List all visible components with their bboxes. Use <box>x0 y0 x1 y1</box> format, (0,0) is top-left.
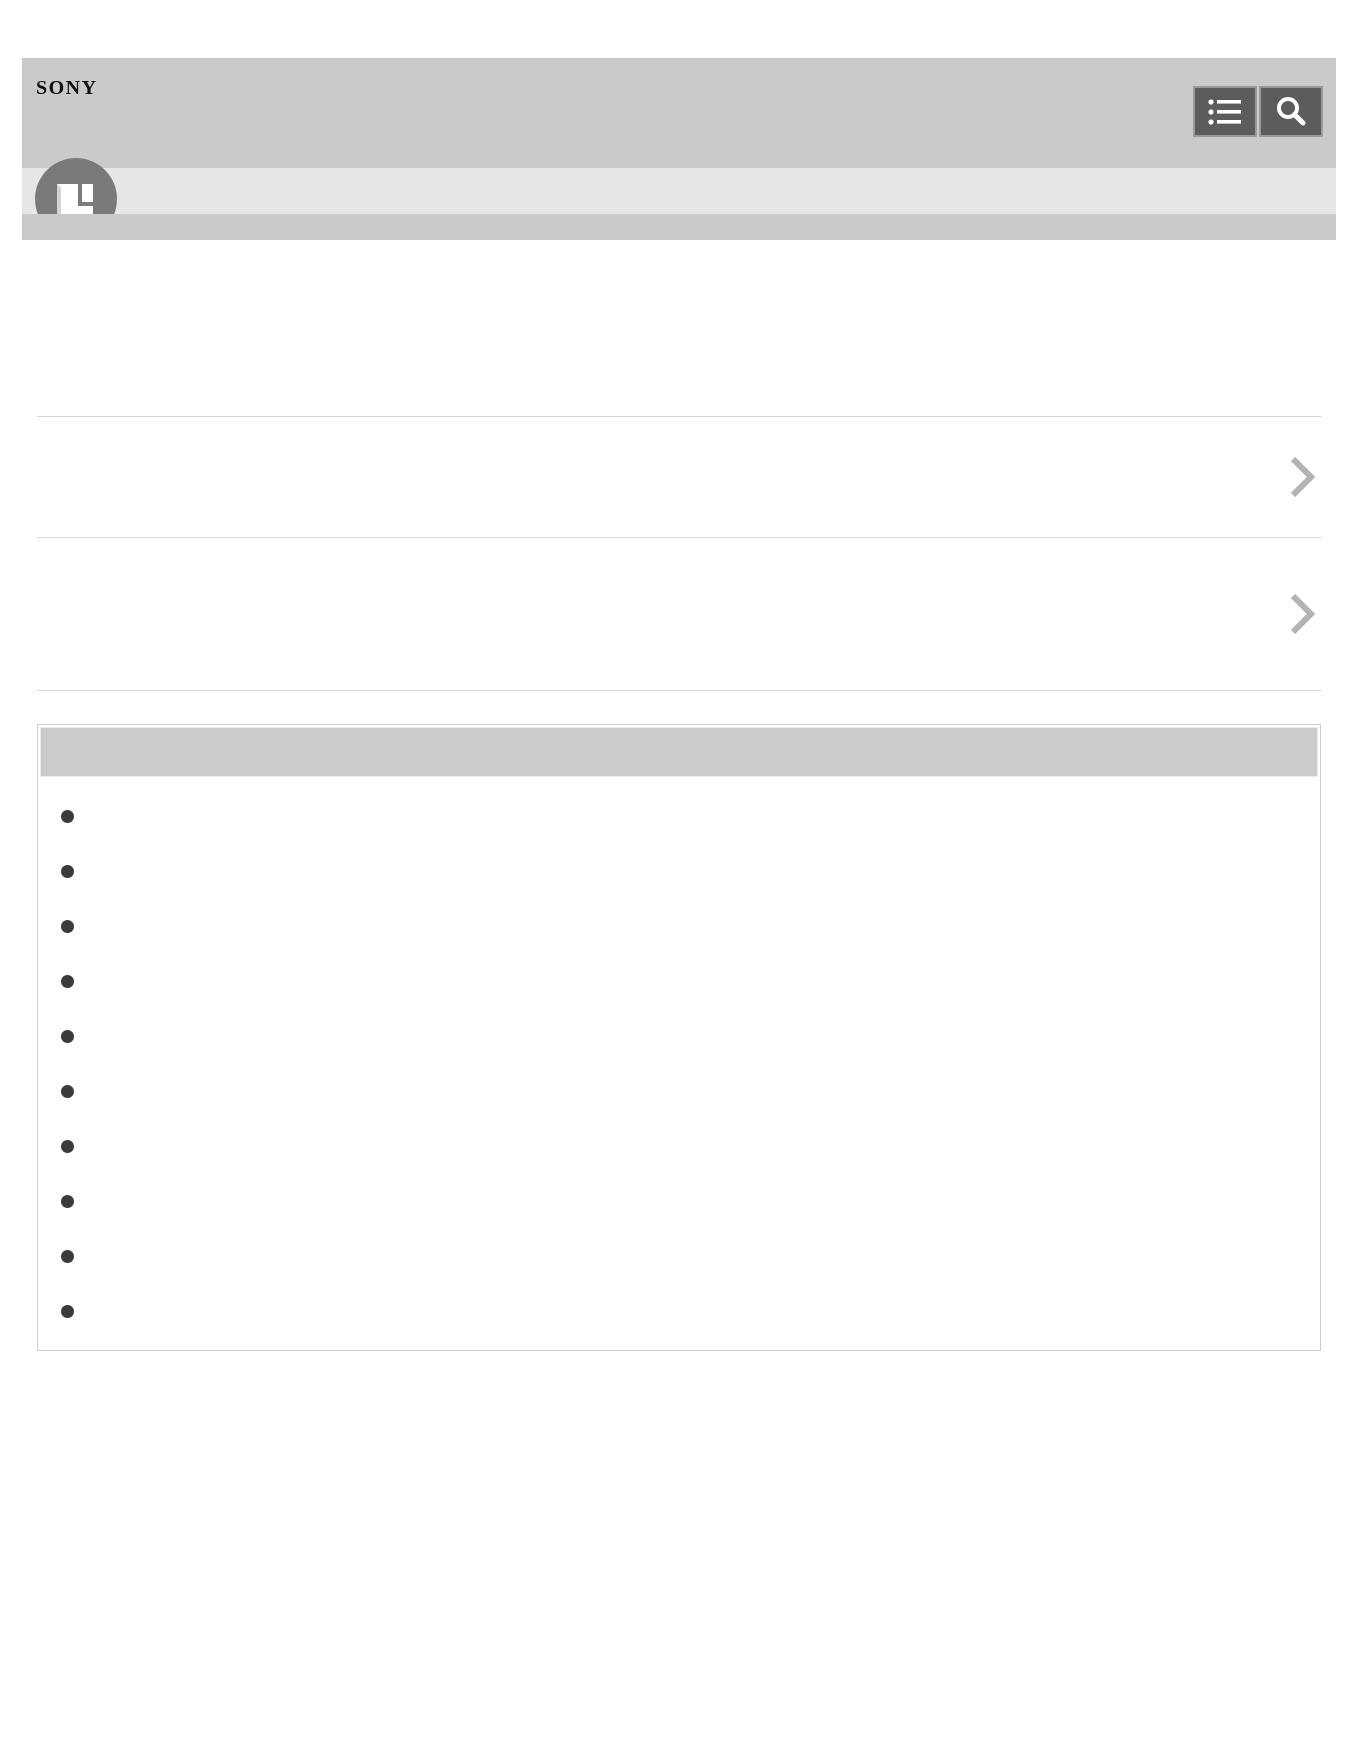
bullet-icon <box>61 1085 74 1098</box>
sony-logo[interactable]: SONY <box>36 77 98 100</box>
nav-row-1[interactable] <box>37 417 1321 537</box>
list-item[interactable] <box>38 810 1320 865</box>
list-item[interactable] <box>38 1085 1320 1140</box>
manual-book-icon <box>35 158 117 214</box>
bullet-icon <box>61 920 74 933</box>
list-item[interactable] <box>38 1250 1320 1305</box>
contents-button[interactable] <box>1193 86 1257 137</box>
list-item[interactable] <box>38 865 1320 920</box>
list-icon <box>1208 98 1241 125</box>
list-item[interactable] <box>38 1140 1320 1195</box>
breadcrumb-bar <box>22 168 1336 214</box>
list-item[interactable] <box>38 975 1320 1030</box>
site-header: SONY <box>22 58 1336 240</box>
related-topics-panel <box>37 724 1321 1351</box>
list-item[interactable] <box>38 1030 1320 1085</box>
search-button[interactable] <box>1259 86 1323 137</box>
bullet-icon <box>61 1030 74 1043</box>
list-item[interactable] <box>38 1305 1320 1360</box>
chevron-right-icon <box>1290 456 1316 498</box>
chevron-right-icon <box>1290 593 1316 635</box>
bullet-icon <box>61 810 74 823</box>
bullet-icon <box>61 865 74 878</box>
search-icon <box>1277 96 1306 125</box>
related-topics-header <box>40 727 1318 777</box>
bullet-icon <box>61 1250 74 1263</box>
list-item[interactable] <box>38 1195 1320 1250</box>
nav-row-2[interactable] <box>37 538 1321 690</box>
bullet-icon <box>61 1195 74 1208</box>
header-toolbar <box>1193 86 1323 137</box>
list-item[interactable] <box>38 920 1320 975</box>
related-topics-list <box>38 810 1320 1360</box>
bullet-icon <box>61 975 74 988</box>
divider <box>37 690 1321 691</box>
bullet-icon <box>61 1140 74 1153</box>
bullet-icon <box>61 1305 74 1318</box>
